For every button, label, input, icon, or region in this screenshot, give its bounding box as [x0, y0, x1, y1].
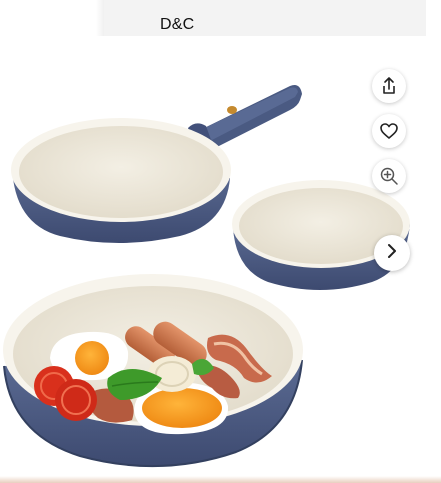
- share-icon: [379, 76, 399, 96]
- pan-breakfast: [3, 274, 303, 468]
- chevron-right-icon: [383, 242, 401, 265]
- top-bar: D&C: [0, 0, 441, 48]
- right-scroll-gutter: [426, 0, 441, 483]
- brand-bar: [104, 0, 426, 36]
- product-image-viewer[interactable]: [0, 48, 426, 476]
- zoom-in-icon: [379, 166, 399, 186]
- zoom-button[interactable]: [372, 159, 406, 193]
- wishlist-button[interactable]: [372, 114, 406, 148]
- pan-large: [11, 118, 231, 243]
- heart-icon: [379, 121, 399, 141]
- pan-small: [232, 180, 410, 290]
- brand-name[interactable]: D&C: [160, 16, 194, 34]
- next-image-button[interactable]: [374, 235, 410, 271]
- product-image: [3, 85, 410, 468]
- bottom-edge: [0, 476, 441, 483]
- share-button[interactable]: [372, 69, 406, 103]
